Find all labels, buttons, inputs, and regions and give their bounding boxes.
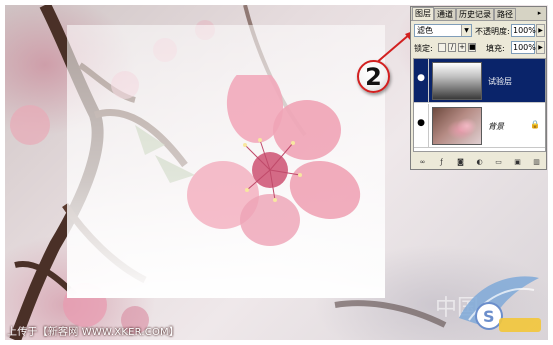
trash-icon[interactable]: ▥: [531, 157, 542, 167]
layers-panel: 图层 通道 历史记录 路径 ▸ 滤色 ▼ 不透明度: 100% ▶ 锁定: / …: [410, 6, 547, 170]
group-icon[interactable]: ▭: [493, 157, 504, 167]
opacity-input[interactable]: 100%: [511, 24, 536, 37]
upload-caption: 上传于【新客网 WWW.XKER.COM】: [7, 327, 180, 338]
layer-list: ● 试验层 ● 背景 🔒: [413, 58, 546, 152]
blend-mode-value: 滤色: [417, 26, 433, 35]
layer-thumbnail: [432, 107, 482, 145]
lock-row: 锁定: / + ■ 填充: 100% ▶: [414, 41, 545, 55]
adjustment-icon[interactable]: ◐: [474, 157, 485, 167]
mask-icon[interactable]: ◙: [455, 157, 466, 167]
fill-input[interactable]: 100%: [511, 41, 536, 54]
blend-mode-select[interactable]: 滤色 ▼: [414, 24, 472, 37]
tab-channels[interactable]: 通道: [434, 8, 456, 20]
layer-thumbnail: [432, 62, 482, 100]
lock-transparency-icon[interactable]: [438, 43, 446, 52]
lock-position-icon[interactable]: +: [458, 43, 466, 52]
tab-paths[interactable]: 路径: [494, 8, 516, 20]
callout-number: 2: [365, 63, 382, 91]
opacity-label: 不透明度:: [475, 27, 510, 36]
layer-name: 背景: [488, 122, 504, 131]
peach-blossom: [187, 75, 361, 246]
opacity-slider-button[interactable]: ▶: [536, 24, 545, 37]
layer-row-background[interactable]: ● 背景 🔒: [414, 104, 545, 148]
layer-name: 试验层: [488, 77, 512, 86]
fx-icon[interactable]: ƒ: [436, 157, 447, 167]
eye-icon[interactable]: ●: [416, 118, 426, 128]
lock-pixels-icon[interactable]: /: [448, 43, 456, 52]
panel-tab-bar: 图层 通道 历史记录 路径: [411, 7, 546, 21]
lock-all-icon[interactable]: ■: [468, 43, 476, 52]
panel-menu-icon[interactable]: ▸: [535, 9, 544, 18]
shield-wing-logo: S: [459, 276, 541, 332]
tab-layers[interactable]: 图层: [412, 7, 434, 20]
callout-badge: 2: [357, 60, 390, 93]
fill-slider-button[interactable]: ▶: [536, 41, 545, 54]
chevron-down-icon[interactable]: ▼: [461, 25, 471, 36]
eye-icon[interactable]: ●: [416, 73, 426, 83]
fill-label: 填充:: [486, 44, 505, 53]
panel-footer: ∞ ƒ ◙ ◐ ▭ ▣ ▥: [413, 155, 546, 168]
tab-history[interactable]: 历史记录: [456, 8, 494, 20]
layer-row-test[interactable]: ● 试验层: [414, 59, 545, 103]
link-icon[interactable]: ∞: [417, 157, 428, 167]
svg-text:S: S: [483, 307, 495, 326]
lock-label: 锁定:: [414, 44, 433, 53]
lock-icon: 🔒: [530, 120, 540, 129]
blend-row: 滤色 ▼ 不透明度: 100% ▶: [414, 24, 545, 38]
new-layer-icon[interactable]: ▣: [512, 157, 523, 167]
